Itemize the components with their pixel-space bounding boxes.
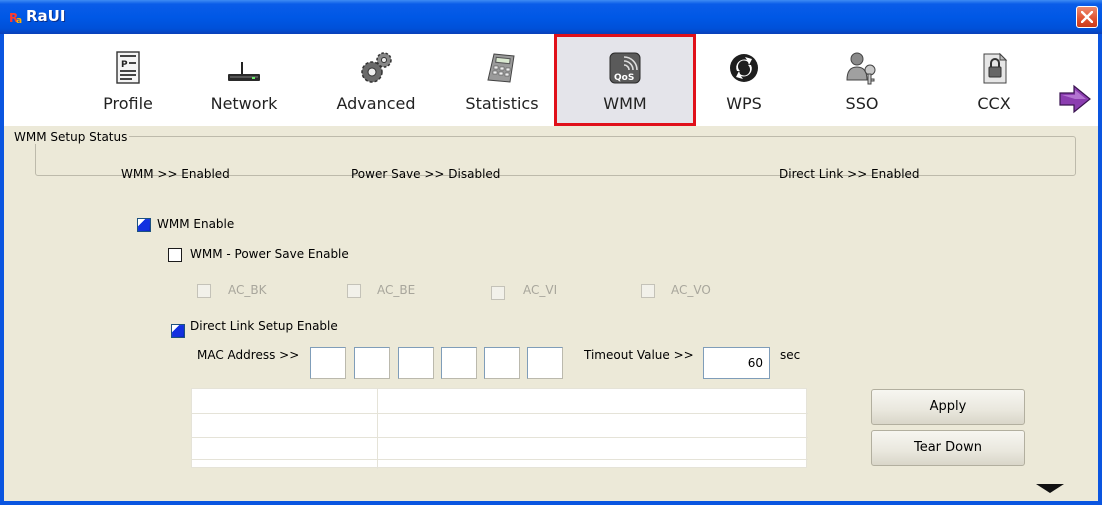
ac-be-label: AC_BE: [377, 283, 416, 297]
tab-label: Profile: [103, 94, 153, 113]
power-save-status: Power Save >> Disabled: [351, 167, 501, 181]
row-divider: [192, 459, 808, 460]
tab-label: Advanced: [336, 94, 416, 113]
sso-icon: [846, 52, 876, 85]
dls-list[interactable]: [191, 388, 808, 469]
timeout-input[interactable]: 60: [703, 347, 770, 379]
timeout-label: Timeout Value >>: [584, 348, 694, 362]
close-button[interactable]: [1076, 6, 1098, 28]
ac-be-checkbox[interactable]: [347, 284, 361, 298]
app-window: R a RaUI P Profile Network Advanced Stat…: [0, 0, 1102, 505]
ac-bk-checkbox[interactable]: [197, 284, 211, 298]
power-save-enable-checkbox[interactable]: [168, 248, 182, 262]
tab-statistics[interactable]: Statistics: [452, 34, 552, 126]
ccx-icon: [983, 52, 1008, 84]
qos-icon-text: QoS: [614, 73, 634, 83]
statistics-icon: [487, 53, 515, 83]
wmm-panel: WMM Setup Status WMM >> Enabled Power Sa…: [4, 126, 1098, 501]
tab-network[interactable]: Network: [194, 34, 294, 126]
main-toolbar: P Profile Network Advanced Statistics Qo…: [4, 34, 1098, 127]
tab-sso[interactable]: SSO: [812, 34, 912, 126]
tab-label: Network: [210, 94, 278, 113]
wmm-enable-label: WMM Enable: [157, 217, 235, 231]
tear-down-button[interactable]: Tear Down: [871, 430, 1025, 466]
svg-text:a: a: [16, 16, 22, 24]
direct-link-enable-checkbox[interactable]: [171, 324, 185, 338]
title-bar[interactable]: R a RaUI: [0, 0, 1102, 34]
tab-label: SSO: [845, 94, 879, 113]
timeout-unit: sec: [780, 348, 801, 362]
mac-octet-1-input[interactable]: [310, 347, 346, 379]
ac-vo-label: AC_VO: [671, 283, 711, 297]
advanced-icon: [361, 52, 392, 83]
wps-icon: [730, 54, 758, 82]
tab-label: WPS: [726, 94, 762, 113]
ac-vo-checkbox[interactable]: [641, 284, 655, 298]
close-icon: [1081, 11, 1093, 23]
svg-text:P: P: [121, 60, 128, 70]
mac-address-label: MAC Address >>: [197, 348, 300, 362]
ac-vi-label: AC_VI: [523, 283, 558, 297]
direct-link-status: Direct Link >> Enabled: [779, 167, 920, 181]
ac-vi-checkbox[interactable]: [491, 286, 505, 300]
mac-octet-2-input[interactable]: [354, 347, 390, 379]
tab-advanced[interactable]: Advanced: [326, 34, 426, 126]
tab-label: WMM: [603, 94, 647, 113]
ac-bk-label: AC_BK: [228, 283, 267, 297]
tab-ccx[interactable]: CCX: [944, 34, 1044, 126]
qos-icon: QoS: [609, 52, 641, 84]
scroll-down-arrow-icon[interactable]: [1036, 484, 1064, 493]
mac-octet-4-input[interactable]: [441, 347, 477, 379]
window-title: RaUI: [26, 7, 66, 25]
status-legend: WMM Setup Status: [12, 130, 130, 144]
column-divider: [377, 389, 378, 469]
tab-wps[interactable]: WPS: [694, 34, 794, 126]
row-divider: [192, 413, 808, 414]
mac-octet-3-input[interactable]: [398, 347, 434, 379]
tab-wmm[interactable]: QoS WMM: [554, 34, 696, 126]
row-divider: [192, 437, 808, 438]
tab-label: CCX: [977, 94, 1011, 113]
power-save-enable-label: WMM - Power Save Enable: [190, 247, 349, 261]
mac-octet-6-input[interactable]: [527, 347, 563, 379]
apply-button[interactable]: Apply: [871, 389, 1025, 425]
tab-label: Statistics: [465, 94, 539, 113]
right-arrow-icon[interactable]: [1058, 84, 1092, 114]
profile-icon: P: [116, 51, 140, 84]
wmm-status: WMM >> Enabled: [121, 167, 230, 181]
direct-link-enable-label: Direct Link Setup Enable: [190, 319, 338, 333]
wmm-enable-checkbox[interactable]: [137, 218, 151, 232]
mac-octet-5-input[interactable]: [484, 347, 520, 379]
network-icon: [228, 62, 260, 81]
tab-profile[interactable]: P Profile: [78, 34, 178, 126]
app-logo-icon: R a: [9, 11, 22, 24]
